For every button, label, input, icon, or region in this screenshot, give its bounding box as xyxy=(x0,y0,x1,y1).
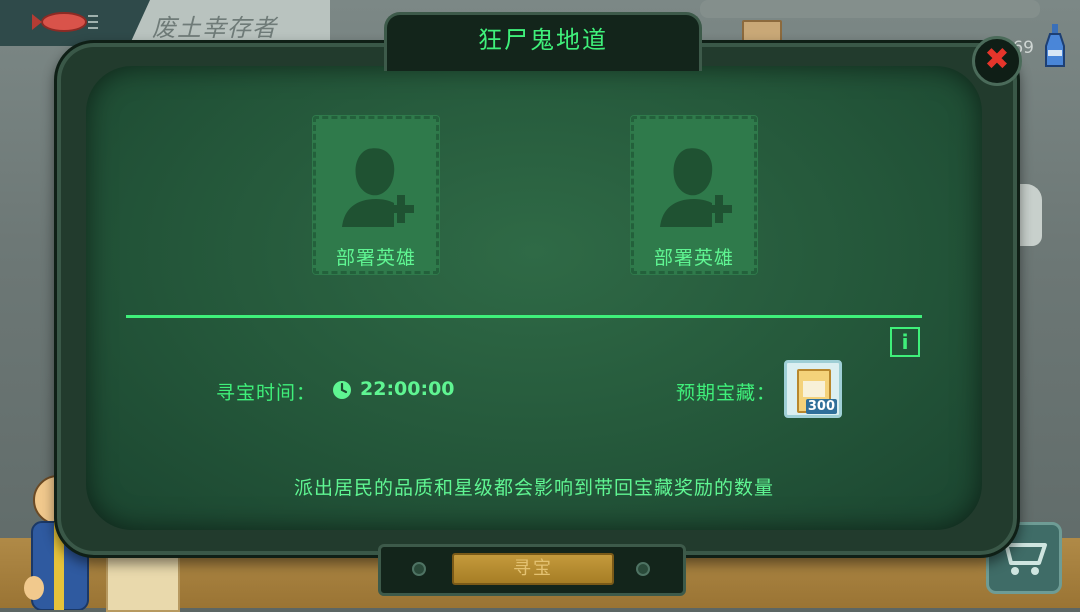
search-button[interactable]: 寻宝 xyxy=(452,553,614,585)
search-time-value: 22:00:00 xyxy=(360,378,455,400)
reward-item[interactable]: 300 xyxy=(784,360,842,418)
background-path xyxy=(700,0,1040,18)
hero-slot-2[interactable]: 部署英雄 xyxy=(630,115,758,275)
expected-reward-label: 预期宝藏： xyxy=(676,382,777,404)
search-time-label: 寻宝时间： xyxy=(216,382,317,404)
hero-slot-label: 部署英雄 xyxy=(335,247,416,269)
nuka-cola-bottle-icon xyxy=(1045,24,1065,67)
bolt-icon xyxy=(636,562,650,576)
divider xyxy=(126,315,922,318)
close-icon: ✖ xyxy=(984,42,1010,77)
dialog-screen xyxy=(86,66,982,530)
dialog-title: 狂尸鬼地道 xyxy=(478,26,608,54)
close-button[interactable]: ✖ xyxy=(972,36,1022,86)
add-hero-icon xyxy=(342,148,414,227)
shelter-name: 废土幸存者 xyxy=(152,14,277,42)
rocket-icon xyxy=(32,12,98,32)
info-icon: i xyxy=(901,330,909,354)
clock-icon xyxy=(333,381,351,399)
hero-slot-label: 部署英雄 xyxy=(653,247,734,269)
reward-quantity: 300 xyxy=(805,399,837,414)
add-hero-icon xyxy=(660,148,732,227)
hero-slot-1[interactable]: 部署英雄 xyxy=(312,115,440,275)
footer-note: 派出居民的品质和星级都会影响到带回宝藏奖励的数量 xyxy=(293,477,774,499)
bolt-icon xyxy=(412,562,426,576)
info-button[interactable]: i xyxy=(890,327,920,357)
